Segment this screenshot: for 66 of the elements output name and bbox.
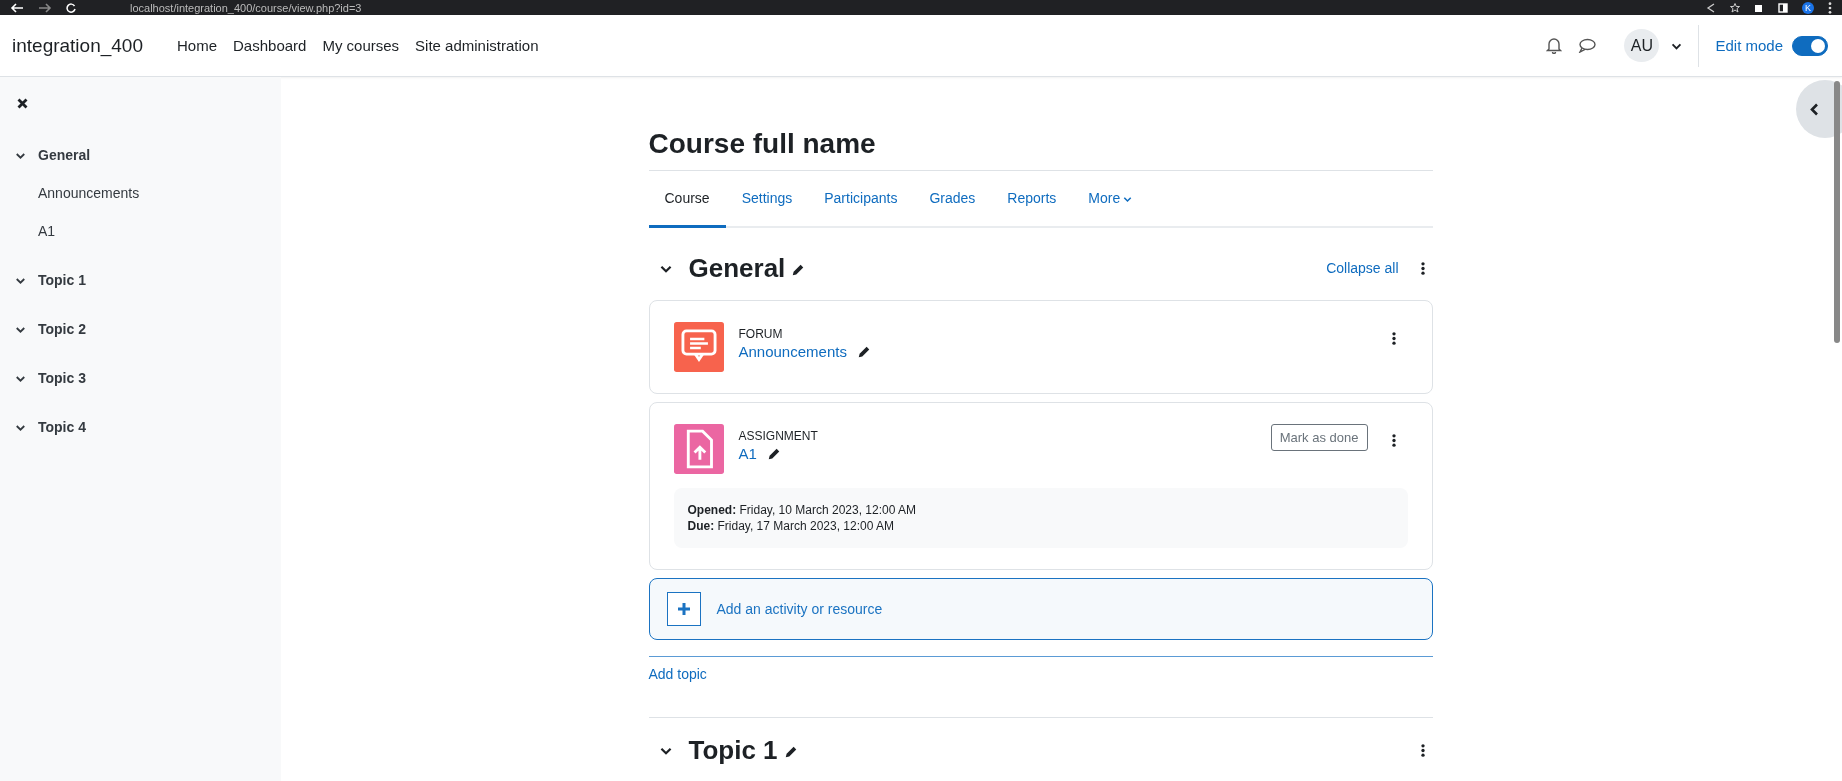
forward-arrow-icon[interactable] bbox=[38, 2, 52, 13]
add-activity-label: Add an activity or resource bbox=[716, 601, 883, 617]
kebab-menu-icon[interactable] bbox=[1420, 743, 1425, 757]
document-upload-icon bbox=[673, 424, 724, 474]
nav-link[interactable]: My courses bbox=[322, 37, 400, 54]
chevron-left-icon bbox=[1810, 102, 1819, 116]
nav-tab[interactable]: More bbox=[1072, 171, 1149, 228]
activity-type: FORUM bbox=[738, 326, 784, 342]
chevron-icon[interactable] bbox=[15, 422, 26, 432]
add-topic-link[interactable]: Add topic bbox=[648, 666, 707, 682]
sidebar-panel-icon[interactable] bbox=[1778, 2, 1788, 13]
activity-link[interactable]: A1 bbox=[738, 444, 757, 464]
nav-tab[interactable]: Grades bbox=[913, 171, 992, 228]
reload-icon[interactable] bbox=[66, 2, 76, 13]
nav-link[interactable]: Site administration bbox=[415, 37, 539, 54]
nav-tab[interactable]: Settings bbox=[725, 171, 809, 228]
section-link[interactable]: General bbox=[38, 147, 91, 163]
close-icon[interactable] bbox=[17, 97, 28, 109]
edit-mode-label: Edit mode bbox=[1715, 37, 1783, 54]
nav-tab[interactable]: Participants bbox=[808, 171, 914, 228]
scrollbar-thumb[interactable] bbox=[1834, 81, 1840, 343]
caret-icon bbox=[1123, 195, 1133, 203]
profile-avatar[interactable]: K bbox=[1802, 1, 1814, 14]
user-avatar[interactable]: AU bbox=[1624, 29, 1660, 62]
section-title: General bbox=[688, 252, 786, 284]
activity-link[interactable]: Announcements bbox=[15, 174, 266, 212]
back-arrow-icon[interactable] bbox=[10, 2, 24, 13]
bell-icon[interactable] bbox=[1546, 37, 1563, 54]
edit-mode-toggle[interactable] bbox=[1792, 35, 1828, 56]
activity-link[interactable]: A1 bbox=[15, 212, 266, 250]
add-activity-button[interactable]: Add an activity or resource bbox=[648, 578, 1433, 640]
share-icon[interactable] bbox=[1706, 2, 1716, 13]
chevron-icon[interactable] bbox=[15, 275, 26, 285]
course-title: Course full name bbox=[648, 124, 1433, 171]
date-text: Due: Friday, 17 March 2023, 12:00 AM bbox=[687, 518, 896, 534]
pencil-icon[interactable] bbox=[783, 745, 798, 759]
section-link[interactable]: Topic 4 bbox=[38, 419, 86, 435]
activity-type: ASSIGNMENT bbox=[738, 428, 818, 444]
nav-tab[interactable]: Course bbox=[648, 171, 726, 228]
kebab-menu-icon[interactable] bbox=[1391, 434, 1396, 447]
star-icon[interactable] bbox=[1730, 2, 1740, 13]
plus-icon bbox=[666, 592, 701, 626]
nav-tab[interactable]: Reports bbox=[991, 171, 1073, 228]
speech-bubble-icon bbox=[673, 322, 724, 372]
pencil-icon[interactable] bbox=[856, 345, 871, 359]
speech-bubble-icon[interactable] bbox=[1578, 38, 1597, 53]
site-name[interactable]: integration_400 bbox=[12, 34, 143, 57]
chevron-icon[interactable] bbox=[15, 373, 26, 383]
section-link[interactable]: Topic 1 bbox=[38, 272, 86, 288]
collapse-all-link[interactable]: Collapse all bbox=[1326, 260, 1399, 276]
kebab-menu-icon[interactable] bbox=[1828, 1, 1832, 14]
pencil-icon[interactable] bbox=[791, 263, 806, 277]
mark-as-done-button[interactable]: Mark as done bbox=[1270, 424, 1368, 451]
kebab-menu-icon[interactable] bbox=[1420, 261, 1425, 275]
chevron-icon[interactable] bbox=[15, 324, 26, 334]
section-link[interactable]: Topic 3 bbox=[38, 370, 86, 386]
date-text: Opened: Friday, 10 March 2023, 12:00 AM bbox=[687, 502, 918, 518]
section-title: Topic 1 bbox=[688, 734, 778, 766]
chevron-icon[interactable] bbox=[15, 150, 26, 160]
nav-link[interactable]: Dashboard bbox=[233, 37, 307, 54]
section-link[interactable]: Topic 2 bbox=[38, 321, 86, 337]
pencil-icon[interactable] bbox=[766, 447, 781, 461]
address-bar[interactable]: localhost/integration_400/course/view.php?id=3 bbox=[130, 1, 362, 14]
nav-link[interactable]: Home bbox=[177, 37, 217, 54]
kebab-menu-icon[interactable] bbox=[1391, 332, 1396, 345]
activity-link[interactable]: Announcements bbox=[738, 342, 847, 362]
